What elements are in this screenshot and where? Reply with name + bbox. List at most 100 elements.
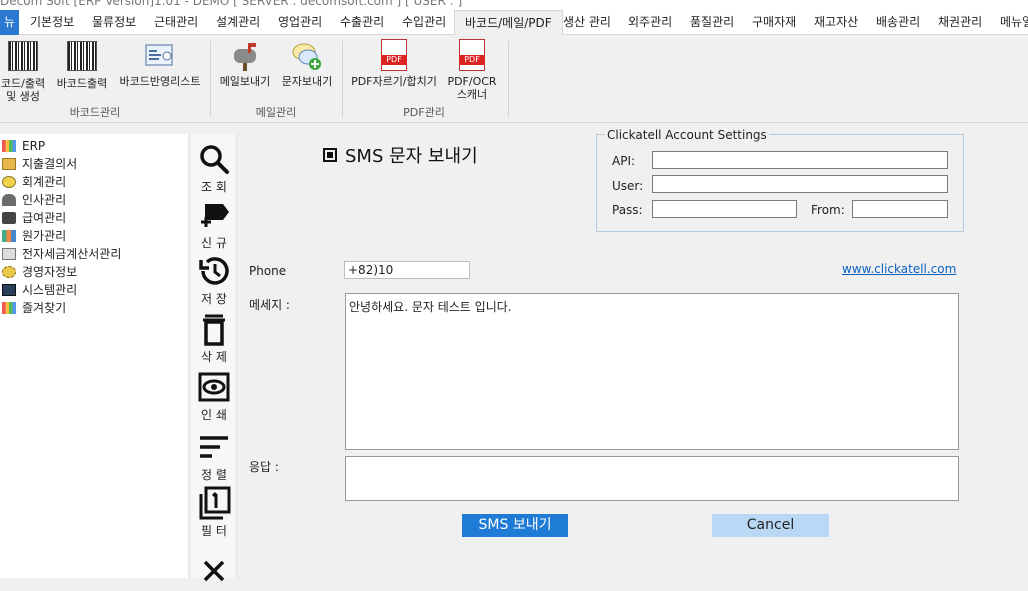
api-label: API: xyxy=(612,154,636,168)
response-textarea[interactable] xyxy=(345,456,959,501)
folder-icon xyxy=(2,158,16,170)
pdf-ocr-scanner-button[interactable]: PDF/OCR 스캐너 xyxy=(444,39,500,101)
search-button[interactable]: 조 회 xyxy=(190,142,238,195)
menu-file[interactable]: 뉴 xyxy=(0,10,20,35)
sms-form: SMS 문자 보내기 Clickatell Account Settings A… xyxy=(238,124,1028,578)
menu-receivables[interactable]: 채권관리 xyxy=(938,10,982,35)
from-label: From: xyxy=(811,203,845,217)
message-label: 메세지 : xyxy=(249,298,290,312)
sidebar-item-erp[interactable]: ERP xyxy=(2,137,45,155)
sidebar-item-payroll[interactable]: 급여관리 xyxy=(2,209,66,227)
cancel-button[interactable]: Cancel xyxy=(712,514,829,537)
menu-sales[interactable]: 영업관리 xyxy=(278,10,322,35)
sidebar-item-label: 경영자정보 xyxy=(22,265,78,279)
sidebar-item-executive[interactable]: 경영자정보 xyxy=(2,263,77,281)
menu-production[interactable]: 생산 관리 xyxy=(563,10,611,35)
menu-delivery[interactable]: 배송관리 xyxy=(876,10,920,35)
pdf-split-merge-button[interactable]: PDF자르기/합치기 xyxy=(348,39,440,88)
menu-design[interactable]: 설계관리 xyxy=(216,10,260,35)
barcode-icon xyxy=(6,41,40,75)
clickatell-link[interactable]: www.clickatell.com xyxy=(842,262,956,276)
erp-icon xyxy=(2,140,16,152)
menu-logistics[interactable]: 물류정보 xyxy=(92,10,136,35)
sidebar-item-label: 전자세금계산서관리 xyxy=(22,247,122,261)
menu-outsourcing[interactable]: 외주관리 xyxy=(628,10,672,35)
coins-icon xyxy=(2,176,16,188)
sidebar-item-label: ERP xyxy=(22,139,46,153)
tool-label: 필 터 xyxy=(201,524,227,538)
sidebar-item-expense[interactable]: 지출결의서 xyxy=(2,155,77,173)
barcode-list-icon xyxy=(143,39,177,73)
menu-purchasing[interactable]: 구매자재 xyxy=(752,10,796,35)
send-sms-ribbon-button[interactable]: 문자보내기 xyxy=(278,39,336,88)
page-title-text: SMS 문자 보내기 xyxy=(345,146,478,167)
menu-manual[interactable]: 메뉴얼 xyxy=(1000,10,1028,35)
menu-barcode-mail-pdf[interactable]: 바코드/메일/PDF xyxy=(454,10,563,36)
sidebar-item-favorites[interactable]: 즐겨찾기 xyxy=(2,299,66,317)
tool-label: 삭 제 xyxy=(201,350,227,364)
save-button[interactable]: 저 장 xyxy=(190,254,238,307)
filter-button[interactable]: 필 터 xyxy=(190,486,238,539)
sidebar-item-accounting[interactable]: 회계관리 xyxy=(2,173,66,191)
group-label-mail: 메일관리 xyxy=(255,106,297,119)
menu-inventory[interactable]: 재고자산 xyxy=(814,10,858,35)
favorites-icon xyxy=(2,302,16,314)
print-button[interactable]: 인 쇄 xyxy=(190,370,238,423)
phone-input[interactable]: +82)10 xyxy=(344,261,470,279)
barcode-icon xyxy=(65,41,99,75)
account-settings-legend: Clickatell Account Settings xyxy=(605,128,769,142)
ribbon-button-label: 코드/출력 및 생성 xyxy=(0,77,46,103)
menu-export[interactable]: 수출관리 xyxy=(340,10,384,35)
pass-input[interactable] xyxy=(652,200,797,218)
account-settings-group: Clickatell Account Settings API: User: P… xyxy=(596,128,964,232)
sidebar-item-label: 지출결의서 xyxy=(22,157,78,171)
message-textarea[interactable]: 안녕하세요. 문자 테스트 입니다. xyxy=(345,293,959,450)
payroll-icon xyxy=(2,212,16,224)
tool-label: 인 쇄 xyxy=(201,408,227,422)
tool-label: 조 회 xyxy=(201,180,227,194)
sort-button[interactable]: 정 렬 xyxy=(190,430,238,483)
filter-icon xyxy=(197,486,231,520)
delete-button[interactable]: 삭 제 xyxy=(190,312,238,365)
send-sms-button[interactable]: SMS 보내기 xyxy=(462,514,568,537)
sidebar-item-label: 급여관리 xyxy=(22,211,67,225)
menu-attendance[interactable]: 근태관리 xyxy=(154,10,198,35)
sidebar-item-label: 원가관리 xyxy=(22,229,67,243)
barcode-list-button[interactable]: 바코드반영리스트 xyxy=(114,39,206,88)
ribbon-button-label: 메일보내기 xyxy=(219,75,271,88)
ribbon-button-label: PDF/OCR 스캐너 xyxy=(447,75,497,101)
user-label: User: xyxy=(612,179,644,193)
barcode-print-button[interactable]: 바코드출력 xyxy=(54,39,110,90)
chart-icon xyxy=(2,230,16,242)
menu-import[interactable]: 수입관리 xyxy=(402,10,446,35)
ribbon-button-label: 문자보내기 xyxy=(281,75,333,88)
window-title: Decom Soft [ERP Version]1.01 - DEMO [ SE… xyxy=(0,0,463,8)
page-title: SMS 문자 보내기 xyxy=(323,142,478,168)
phone-label: Phone xyxy=(249,264,287,278)
ribbon-separator xyxy=(342,41,343,117)
group-label-pdf: PDF관리 xyxy=(403,106,445,119)
monitor-icon xyxy=(2,284,16,296)
api-input[interactable] xyxy=(652,151,948,169)
menubar: 뉴 기본정보 물류정보 근태관리 설계관리 영업관리 수출관리 수입관리 바코드… xyxy=(0,10,1028,36)
ribbon-button-label: 바코드반영리스트 xyxy=(119,75,201,88)
menu-basic-info[interactable]: 기본정보 xyxy=(30,10,74,35)
menu-quality[interactable]: 품질관리 xyxy=(690,10,734,35)
user-input[interactable] xyxy=(652,175,948,193)
action-toolbar: 조 회 신 규 저 장 삭 제 인 쇄 정 렬 필 터 xyxy=(189,134,238,582)
from-input[interactable] xyxy=(852,200,948,218)
sidebar-item-system[interactable]: 시스템관리 xyxy=(2,281,77,299)
new-button[interactable]: 신 규 xyxy=(190,198,238,251)
sidebar-item-e-invoice[interactable]: 전자세금계산서관리 xyxy=(2,245,121,263)
sidebar-item-label: 즐겨찾기 xyxy=(22,301,67,315)
mailbox-icon xyxy=(228,39,262,73)
invoice-icon xyxy=(2,248,16,260)
send-mail-button[interactable]: 메일보내기 xyxy=(216,39,274,88)
sidebar-item-cost[interactable]: 원가관리 xyxy=(2,227,66,245)
sidebar-item-hr[interactable]: 인사관리 xyxy=(2,191,66,209)
ribbon-button-label: 바코드출력 xyxy=(56,77,108,90)
close-button[interactable] xyxy=(190,554,238,590)
ribbon-button-label: PDF자르기/합치기 xyxy=(351,75,437,88)
tool-label: 정 렬 xyxy=(201,468,227,482)
barcode-print-create-button[interactable]: 코드/출력 및 생성 xyxy=(0,39,52,103)
